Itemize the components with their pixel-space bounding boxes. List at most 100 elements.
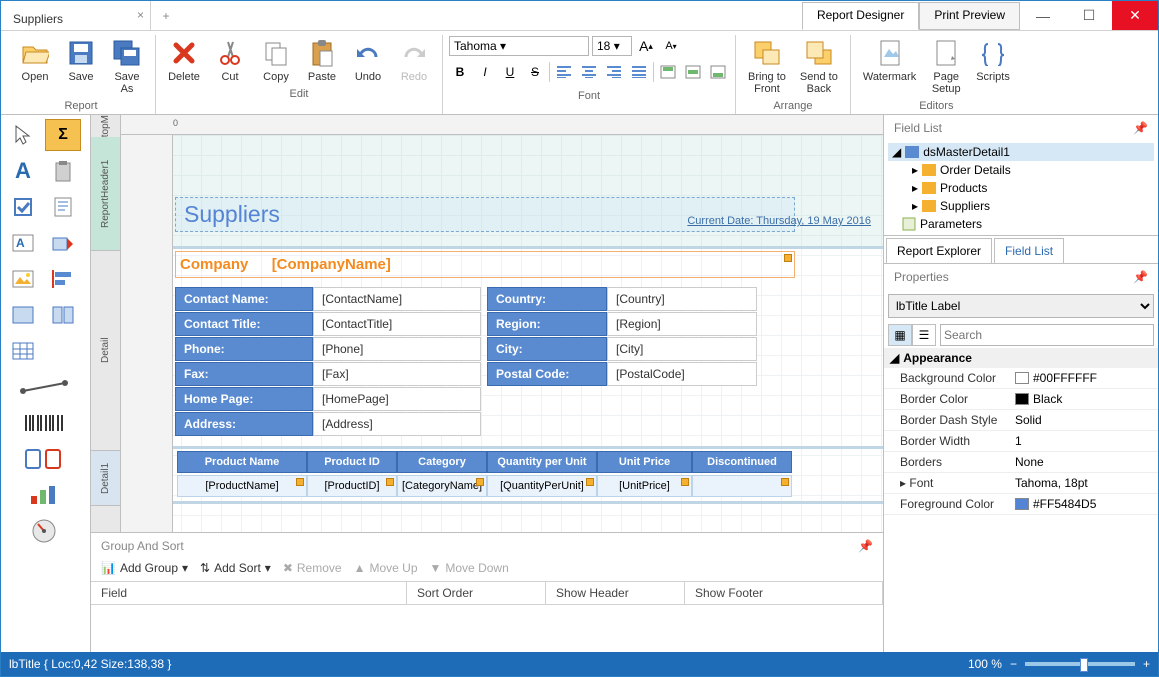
col-show-header[interactable]: Show Header [546,582,685,604]
property-row[interactable]: Foreground Color#FF5484D5 [884,494,1158,515]
grid-cell[interactable]: [ProductID] [307,475,397,497]
scripts-button[interactable]: Scripts [970,35,1016,85]
field-value[interactable]: [Phone] [313,337,481,361]
gauge-icon[interactable] [5,515,83,547]
pin-icon[interactable]: 📌 [858,539,873,553]
property-row[interactable]: Border ColorBlack [884,389,1158,410]
strike-icon[interactable]: S [524,61,546,83]
smart-tag-icon[interactable] [586,478,594,486]
company-row[interactable]: Company [CompanyName] [175,251,795,278]
categorized-icon[interactable]: ▦ [888,324,912,346]
tab-print-preview[interactable]: Print Preview [919,2,1020,30]
field-label[interactable]: Address: [175,412,313,436]
align-control-icon[interactable] [45,263,81,295]
pin-icon[interactable]: 📌 [1133,121,1148,135]
valign-bottom-icon[interactable] [707,61,729,83]
field-value[interactable]: [ContactName] [313,287,481,311]
smart-tag-icon[interactable] [476,478,484,486]
field-label[interactable]: Postal Code: [487,362,607,386]
field-value[interactable]: [ContactTitle] [313,312,481,336]
property-row[interactable]: Background Color#00FFFFFF [884,368,1158,389]
smart-tag-icon[interactable] [386,478,394,486]
split-icon[interactable] [45,299,81,331]
line-icon[interactable] [5,371,83,403]
property-row[interactable]: Border Width1 [884,431,1158,452]
sum-icon[interactable]: Σ [45,119,81,151]
field-label[interactable]: Fax: [175,362,313,386]
grid-header[interactable]: Discontinued [692,451,792,473]
band-label-header[interactable]: ReportHeader1 [91,137,120,251]
field-value[interactable]: [Address] [313,412,481,436]
tree-node[interactable]: ▸ Suppliers [888,197,1154,215]
field-value[interactable]: [City] [607,337,757,361]
bring-to-front-button[interactable]: Bring to Front [742,35,792,97]
grid-header[interactable]: Product ID [307,451,397,473]
close-icon[interactable]: × [137,8,144,22]
property-row[interactable]: BordersNone [884,452,1158,473]
valign-middle-icon[interactable] [682,61,704,83]
band-label-detail1[interactable]: Detail1 [91,451,120,506]
clipboard-icon[interactable] [45,155,81,187]
textbox-icon[interactable]: A [5,227,41,259]
field-label[interactable]: Contact Name: [175,287,313,311]
richtext-icon[interactable] [45,191,81,223]
smart-tag-icon[interactable] [781,478,789,486]
grid-header[interactable]: Quantity per Unit [487,451,597,473]
col-sort-order[interactable]: Sort Order [407,582,546,604]
col-field[interactable]: Field [91,582,407,604]
grid-header[interactable]: Product Name [177,451,307,473]
label-icon[interactable]: A [5,155,41,187]
tab-report-explorer[interactable]: Report Explorer [886,238,992,263]
image-icon[interactable] [5,263,41,295]
smart-tag-icon[interactable] [681,478,689,486]
property-row[interactable]: ▸ FontTahoma, 18pt [884,473,1158,494]
bold-icon[interactable]: B [449,61,471,83]
tree-node-root[interactable]: ◢ dsMasterDetail1 [888,143,1154,161]
field-label[interactable]: Country: [487,287,607,311]
document-tab[interactable]: Suppliers × [1,1,151,30]
report-header-band[interactable]: Suppliers Current Date: Thursday, 19 May… [173,135,883,249]
save-as-button[interactable]: Save As [105,35,149,97]
align-justify-icon[interactable] [628,61,650,83]
tab-report-designer[interactable]: Report Designer [802,2,919,30]
tree-node[interactable]: ▸ Products [888,179,1154,197]
field-value[interactable]: [HomePage] [313,387,481,411]
grid-cell[interactable]: [ProductName] [177,475,307,497]
digits-icon[interactable] [5,443,83,475]
field-label[interactable]: Contact Title: [175,312,313,336]
barcode-icon[interactable] [5,407,83,439]
field-label[interactable]: Home Page: [175,387,313,411]
paste-button[interactable]: Paste [300,35,344,85]
chart-icon[interactable] [5,479,83,511]
maximize-button[interactable]: ☐ [1066,1,1112,30]
smart-tag-icon[interactable] [784,254,792,262]
grid-cell[interactable]: [CategoryName] [397,475,487,497]
send-to-back-button[interactable]: Send to Back [794,35,844,97]
field-label[interactable]: Region: [487,312,607,336]
band-label-detail[interactable]: Detail [91,251,120,451]
font-name-select[interactable]: Tahoma ▾ [449,36,589,56]
minimize-button[interactable]: — [1020,1,1066,30]
tree-node[interactable]: ▸ Order Details [888,161,1154,179]
smart-tag-icon[interactable] [296,478,304,486]
page-setup-button[interactable]: Page Setup [924,35,968,97]
grow-font-icon[interactable]: A▴ [635,35,657,57]
alphabetical-icon[interactable]: ☰ [912,324,936,346]
add-sort-button[interactable]: ⇅ Add Sort ▾ [200,561,271,575]
pin-icon[interactable]: 📌 [1133,270,1148,284]
grid-header[interactable]: Category [397,451,487,473]
valign-top-icon[interactable] [657,61,679,83]
flag-icon[interactable] [45,227,81,259]
property-row[interactable]: Border Dash StyleSolid [884,410,1158,431]
grid-cell[interactable]: [QuantityPerUnit] [487,475,597,497]
align-right-icon[interactable] [603,61,625,83]
new-tab-button[interactable]: + [151,1,181,30]
undo-button[interactable]: Undo [346,35,390,85]
field-value[interactable]: [Fax] [313,362,481,386]
detail-band[interactable]: Company [CompanyName] Contact Name:[Cont… [173,249,883,449]
search-input[interactable] [940,324,1154,346]
checkbox-icon[interactable] [5,191,41,223]
copy-button[interactable]: Copy [254,35,298,85]
grid-cell[interactable]: [UnitPrice] [597,475,692,497]
field-label[interactable]: City: [487,337,607,361]
